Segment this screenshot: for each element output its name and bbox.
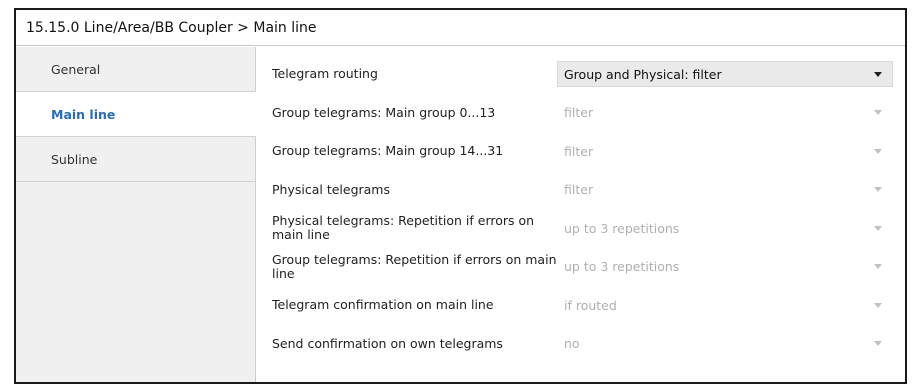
sidebar-item-general[interactable]: General — [16, 47, 255, 92]
param-label: Group telegrams: Repetition if errors on… — [272, 251, 557, 281]
select-value: up to 3 repetitions — [564, 220, 680, 236]
param-label: Send confirmation on own telegrams — [272, 335, 503, 351]
sidebar: General Main line Subline — [16, 47, 256, 382]
parameter-window: 15.15.0 Line/Area/BB Coupler > Main line… — [14, 8, 907, 384]
chevron-down-icon — [874, 110, 882, 116]
physical-telegrams-select: filter — [557, 176, 893, 203]
param-row-telegram-routing: Telegram routing Group and Physical: fil… — [272, 55, 893, 94]
chevron-down-icon — [874, 71, 882, 77]
chevron-down-icon — [874, 264, 882, 270]
select-value: filter — [564, 143, 594, 159]
param-row-group-repetition: Group telegrams: Repetition if errors on… — [272, 248, 893, 287]
parameter-list: Telegram routing Group and Physical: fil… — [256, 47, 905, 382]
group-repetition-select: up to 3 repetitions — [557, 253, 893, 280]
group-main-14-31-select: filter — [557, 138, 893, 165]
param-row-send-confirmation: Send confirmation on own telegrams no — [272, 325, 893, 364]
select-value: filter — [564, 182, 594, 198]
chevron-down-icon — [874, 302, 882, 308]
telegram-routing-select[interactable]: Group and Physical: filter — [557, 61, 893, 88]
param-label: Group telegrams: Main group 0...13 — [272, 104, 496, 120]
window-title: 15.15.0 Line/Area/BB Coupler > Main line — [16, 10, 905, 46]
param-label: Group telegrams: Main group 14...31 — [272, 143, 504, 159]
telegram-confirmation-select: if routed — [557, 292, 893, 319]
param-row-physical-telegrams: Physical telegrams filter — [272, 171, 893, 210]
param-row-group-main-0-13: Group telegrams: Main group 0...13 filte… — [272, 94, 893, 133]
param-label: Telegram routing — [272, 66, 378, 82]
physical-repetition-select: up to 3 repetitions — [557, 215, 893, 242]
send-confirmation-select: no — [557, 330, 893, 357]
sidebar-item-subline[interactable]: Subline — [16, 137, 255, 182]
param-label: Telegram confirmation on main line — [272, 297, 494, 313]
param-label: Physical telegrams: Repetition if errors… — [272, 213, 535, 243]
sidebar-item-main-line[interactable]: Main line — [16, 92, 256, 137]
param-row-group-main-14-31: Group telegrams: Main group 14...31 filt… — [272, 132, 893, 171]
select-value: Group and Physical: filter — [564, 66, 722, 82]
select-value: up to 3 repetitions — [564, 259, 680, 275]
param-row-physical-repetition: Physical telegrams: Repetition if errors… — [272, 209, 893, 248]
chevron-down-icon — [874, 148, 882, 154]
select-value: filter — [564, 105, 594, 121]
chevron-down-icon — [874, 225, 882, 231]
select-value: no — [564, 336, 580, 352]
param-label: Physical telegrams — [272, 181, 390, 197]
chevron-down-icon — [874, 341, 882, 347]
chevron-down-icon — [874, 187, 882, 193]
group-main-0-13-select: filter — [557, 99, 893, 126]
select-value: if routed — [564, 297, 617, 313]
param-row-telegram-confirmation: Telegram confirmation on main line if ro… — [272, 286, 893, 325]
